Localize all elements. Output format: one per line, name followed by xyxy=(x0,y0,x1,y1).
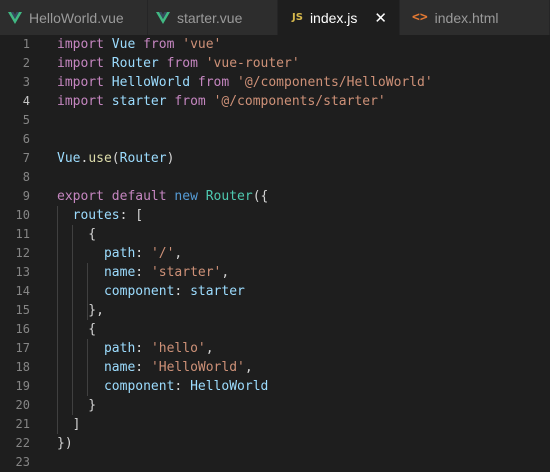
line-number: 9 xyxy=(22,189,30,203)
code-text: import Vue from 'vue' xyxy=(57,37,222,52)
code-line[interactable]: 14 component: starter xyxy=(0,282,550,301)
code-line[interactable]: 3 import HelloWorld from '@/components/He… xyxy=(0,73,550,92)
line-number: 2 xyxy=(22,56,30,70)
code-text: component: HelloWorld xyxy=(103,379,269,394)
code-text: name: 'starter', xyxy=(103,265,230,280)
code-text: name: 'HelloWorld', xyxy=(103,360,253,375)
code-line[interactable]: 12 path: '/', xyxy=(0,244,550,263)
code-text: { xyxy=(57,322,97,337)
code-text: }) xyxy=(57,436,73,451)
code-text: routes: [ xyxy=(72,208,144,223)
line-number: 6 xyxy=(22,132,30,146)
tab-label: index.js xyxy=(309,9,358,26)
line-number: 4 xyxy=(22,94,30,108)
tab-starter-vue[interactable]: starter.vue xyxy=(148,0,278,35)
code-text: export default new Router({ xyxy=(57,189,269,204)
code-line[interactable]: 5 xyxy=(0,111,550,130)
line-number: 19 xyxy=(15,379,30,393)
code-text: import Router from 'vue-router' xyxy=(57,56,300,71)
line-number: 7 xyxy=(22,151,30,165)
code-line[interactable]: 20 } xyxy=(0,396,550,415)
code-line[interactable]: 4 import starter from '@/components/start… xyxy=(0,92,550,111)
code-line[interactable]: 18 name: 'HelloWorld', xyxy=(0,358,550,377)
code-line[interactable]: 9 export default new Router({ xyxy=(0,187,550,206)
code-line[interactable]: 7 Vue.use(Router) xyxy=(0,149,550,168)
code-editor[interactable]: 1 import Vue from 'vue' 2 import Router fro… xyxy=(0,35,550,469)
code-text: path: '/', xyxy=(103,246,183,261)
line-number: 12 xyxy=(15,246,30,260)
line-number: 10 xyxy=(15,208,30,222)
line-number: 22 xyxy=(15,436,30,450)
tab-label: HelloWorld.vue xyxy=(29,9,124,26)
line-number: 1 xyxy=(22,37,30,51)
tab-bar: HelloWorld.vue starter.vue JS index.js ✕… xyxy=(0,0,550,35)
line-number: 11 xyxy=(15,227,30,241)
tab-index-html[interactable]: <> index.html xyxy=(400,0,550,35)
code-line[interactable]: 23 xyxy=(0,453,550,472)
line-number: 14 xyxy=(15,284,30,298)
line-number: 17 xyxy=(15,341,30,355)
code-line[interactable]: 21 ] xyxy=(0,415,550,434)
code-line[interactable]: 10 routes: [ xyxy=(0,206,550,225)
code-line[interactable]: 1 import Vue from 'vue' xyxy=(0,35,550,54)
code-text: component: starter xyxy=(103,284,245,299)
code-line[interactable]: 11 { xyxy=(0,225,550,244)
line-number: 23 xyxy=(15,455,30,469)
code-text: import starter from '@/components/starte… xyxy=(57,94,386,109)
code-text: ] xyxy=(57,417,81,432)
line-number: 20 xyxy=(15,398,30,412)
code-text: }, xyxy=(57,303,104,318)
code-line[interactable]: 16 { xyxy=(0,320,550,339)
tab-helloworld-vue[interactable]: HelloWorld.vue xyxy=(0,0,148,35)
code-line[interactable]: 22}) xyxy=(0,434,550,453)
code-line[interactable]: 17 path: 'hello', xyxy=(0,339,550,358)
line-number: 5 xyxy=(22,113,30,127)
code-text: Vue.use(Router) xyxy=(57,151,175,166)
vue-icon xyxy=(156,11,170,24)
code-line[interactable]: 6 xyxy=(0,130,550,149)
tab-label: index.html xyxy=(434,9,499,26)
line-number: 18 xyxy=(15,360,30,374)
vue-icon xyxy=(8,11,22,24)
code-text: import HelloWorld from '@/components/Hel… xyxy=(57,75,433,90)
code-text: { xyxy=(57,227,97,242)
line-number: 3 xyxy=(22,75,30,89)
code-line[interactable]: 19 component: HelloWorld xyxy=(0,377,550,396)
line-number: 8 xyxy=(22,170,30,184)
code-text: } xyxy=(57,398,97,413)
tab-label: starter.vue xyxy=(177,9,243,26)
code-line[interactable]: 15 }, xyxy=(0,301,550,320)
line-number: 13 xyxy=(15,265,30,279)
close-icon[interactable]: ✕ xyxy=(374,9,387,27)
code-line[interactable]: 13 name: 'starter', xyxy=(0,263,550,282)
code-line[interactable]: 8 xyxy=(0,168,550,187)
line-number: 15 xyxy=(15,303,30,317)
tab-index-js[interactable]: JS index.js ✕ xyxy=(278,0,400,35)
line-number: 16 xyxy=(15,322,30,336)
code-text: path: 'hello', xyxy=(103,341,214,356)
html-icon: <> xyxy=(412,10,428,25)
line-number: 21 xyxy=(15,417,30,431)
code-line[interactable]: 2 import Router from 'vue-router' xyxy=(0,54,550,73)
js-icon: JS xyxy=(292,12,303,23)
